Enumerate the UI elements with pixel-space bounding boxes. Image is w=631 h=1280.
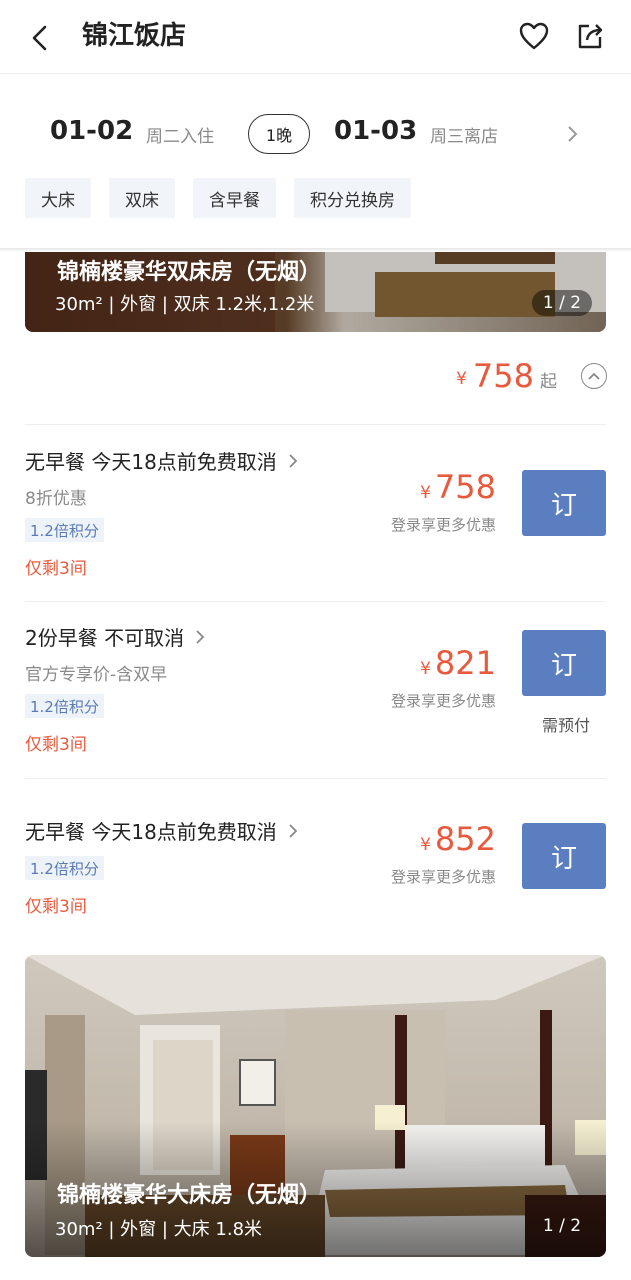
login-note[interactable]: 登录享更多优惠 [391,690,496,711]
book-button[interactable]: 订 [522,823,606,889]
points-tag: 1.2倍积分 [25,856,104,880]
divider [25,424,606,425]
price-suffix: 起 [540,371,557,392]
rate-plan-3[interactable]: 无早餐 今天18点前免费取消 1.2倍积分 仅剩3间 ¥ 852 登录享更多优惠… [25,816,606,926]
rate-plan-subtitle: 8折优惠 [25,489,87,509]
image-counter: 1 / 2 [542,1216,582,1236]
login-note[interactable]: 登录享更多优惠 [391,514,496,535]
top-bar: 锦江饭店 [0,0,631,74]
rate-plan-title-text: 无早餐 今天18点前免费取消 [25,450,277,474]
price-value: 821 [434,644,496,682]
room-image-king[interactable]: 锦楠楼豪华大床房（无烟） 30m² | 外窗 | 大床 1.8米 1 / 2 [25,955,606,1257]
rooms-left: 仅剩3间 [25,735,87,755]
room-name: 锦楠楼豪华大床房（无烟） [57,1183,322,1208]
back-button[interactable] [22,20,58,56]
currency-symbol: ¥ [456,369,467,389]
currency-symbol: ¥ [420,659,431,679]
rate-plan-title-text: 2份早餐 不可取消 [25,626,185,650]
rooms-left: 仅剩3间 [25,559,87,579]
divider [25,778,606,779]
filter-chips: 大床 双床 含早餐 积分兑换房 [25,178,411,218]
chevron-right-icon [196,629,205,644]
rooms-left: 仅剩3间 [25,897,87,917]
share-icon [578,24,603,49]
rate-plan-2[interactable]: 2份早餐 不可取消 官方专享价-含双早 1.2倍积分 仅剩3间 ¥ 821 登录… [25,622,606,762]
room-name: 锦楠楼豪华双床房（无烟） [57,260,322,285]
chevron-right-icon [289,823,298,838]
chevron-right-icon [568,126,578,142]
filter-chip-twin-bed[interactable]: 双床 [109,178,175,218]
heart-icon [519,22,549,50]
nights-badge: 1晚 [248,114,310,154]
prepay-label: 需预付 [541,716,590,735]
collapse-button[interactable] [581,363,607,389]
room-info: 30m² | 外窗 | 双床 1.2米,1.2米 [55,294,315,315]
rate-price: ¥ 852 [420,820,496,858]
price-value: 852 [434,820,496,858]
filter-chip-points[interactable]: 积分兑换房 [294,178,411,218]
points-tag: 1.2倍积分 [25,518,104,542]
rate-price: ¥ 758 [420,468,496,506]
checkout-label: 周三离店 [430,127,498,147]
rate-plan-subtitle: 官方专享价-含双早 [25,665,168,685]
currency-symbol: ¥ [420,835,431,855]
chevron-right-icon [289,453,298,468]
image-counter: 1 / 2 [532,290,592,316]
rate-plan-title-text: 无早餐 今天18点前免费取消 [25,820,277,844]
checkin-label: 周二入住 [146,127,214,147]
chevron-left-icon [32,25,47,51]
rate-price: ¥ 821 [420,644,496,682]
share-button[interactable] [572,18,608,54]
currency-symbol: ¥ [420,483,431,503]
rate-plan-title[interactable]: 无早餐 今天18点前免费取消 [25,816,299,845]
divider [25,601,606,602]
checkout-date: 01-03 [334,116,418,146]
price-value: 758 [434,468,496,506]
rate-plan-title[interactable]: 2份早餐 不可取消 [25,622,206,651]
page-title: 锦江饭店 [82,21,187,51]
points-tag: 1.2倍积分 [25,694,104,718]
room-image-twin[interactable]: 锦楠楼豪华双床房（无烟） 30m² | 外窗 | 双床 1.2米,1.2米 1 … [25,252,606,332]
date-selector[interactable]: 01-02 周二入住 1晚 01-03 周三离店 [0,100,631,166]
starting-price: ¥ 758 起 [456,356,607,396]
price-value: 758 [472,357,534,395]
filter-chip-king-bed[interactable]: 大床 [25,178,91,218]
login-note[interactable]: 登录享更多优惠 [391,866,496,887]
rate-plan-1[interactable]: 无早餐 今天18点前免费取消 8折优惠 1.2倍积分 仅剩3间 ¥ 758 登录… [25,446,606,586]
book-button[interactable]: 订 [522,470,606,536]
filter-chip-breakfast[interactable]: 含早餐 [193,178,276,218]
checkin-date: 01-02 [50,116,134,146]
chevron-up-icon [588,372,600,380]
room-photo [25,955,606,1257]
rate-plan-title[interactable]: 无早餐 今天18点前免费取消 [25,446,299,475]
book-button[interactable]: 订 [522,630,606,696]
room-info: 30m² | 外窗 | 大床 1.8米 [55,1219,263,1240]
favorite-button[interactable] [516,18,552,54]
